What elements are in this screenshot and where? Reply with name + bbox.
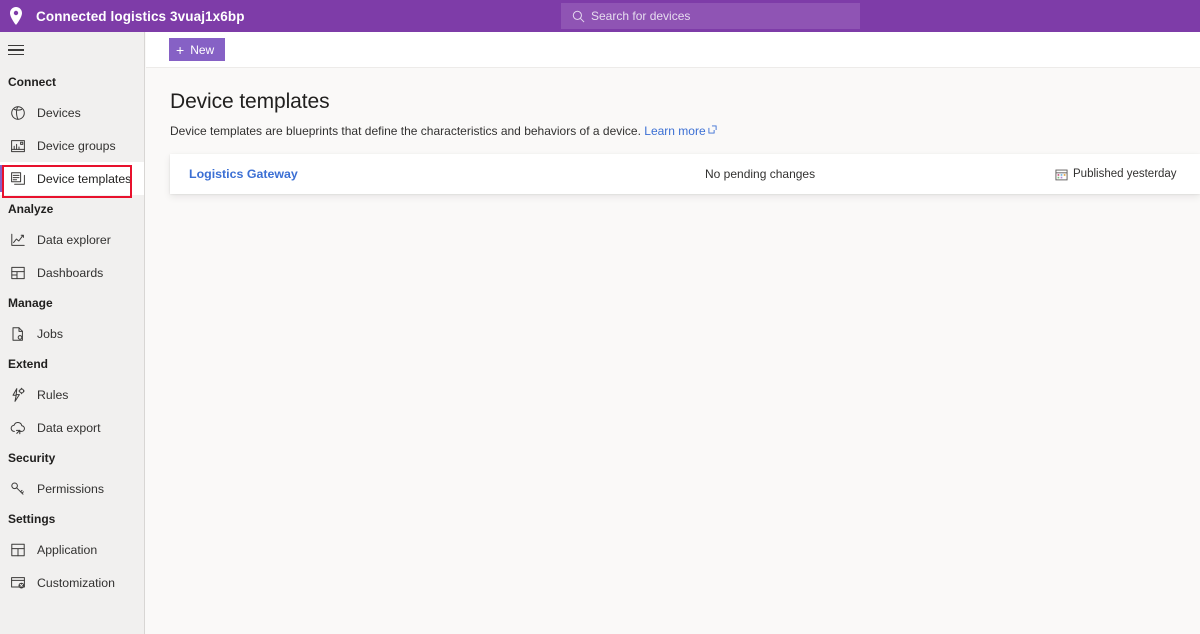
sidebar-group-title: Connect [0, 68, 144, 96]
page-body: Device templates Device templates are bl… [146, 68, 1200, 194]
device-template-list: Logistics Gateway No pending changes Publi… [170, 154, 1176, 194]
devices-icon [8, 103, 28, 123]
customization-icon [8, 573, 28, 593]
dashboards-icon [8, 263, 28, 283]
app-title: Connected logistics 3vuaj1x6bp [36, 9, 245, 24]
search-icon [569, 7, 587, 25]
learn-more-label: Learn more [644, 124, 705, 138]
command-bar: + New [146, 32, 1200, 68]
new-button-label: New [190, 43, 214, 57]
permissions-key-icon [8, 479, 28, 499]
sidebar-item-label: Data explorer [37, 233, 111, 247]
sidebar-item-label: Device groups [37, 139, 116, 153]
calendar-icon [1055, 168, 1068, 181]
search-placeholder-text: Search for devices [591, 9, 690, 23]
device-templates-icon [8, 169, 28, 189]
published-status: Published yesterday [1055, 168, 1177, 181]
sidebar-item-label: Rules [37, 388, 68, 402]
sidebar-item-label: Jobs [37, 327, 63, 341]
sidebar-item-permissions[interactable]: Permissions [0, 472, 144, 505]
jobs-icon [8, 324, 28, 344]
sidebar-item-application[interactable]: Application [0, 533, 144, 566]
pending-changes-status: No pending changes [705, 167, 815, 181]
sidebar-item-device-groups[interactable]: Device groups [0, 129, 144, 162]
sidebar-item-customization[interactable]: Customization [0, 566, 144, 599]
sidebar-item-rules[interactable]: Rules [0, 378, 144, 411]
data-explorer-icon [8, 230, 28, 250]
sidebar-item-label: Customization [37, 576, 115, 590]
sidebar-group-title: Extend [0, 350, 144, 378]
sidebar-group-title: Manage [0, 289, 144, 317]
search-input[interactable]: Search for devices [561, 3, 860, 29]
new-button[interactable]: + New [169, 38, 225, 61]
plus-icon: + [176, 43, 184, 57]
sidebar-item-label: Dashboards [37, 266, 103, 280]
sidebar-item-dashboards[interactable]: Dashboards [0, 256, 144, 289]
table-row[interactable]: Logistics Gateway No pending changes Publi… [170, 154, 1200, 194]
page-subtitle: Device templates are blueprints that def… [170, 123, 1176, 138]
app-header: Connected logistics 3vuaj1x6bp Search fo… [0, 0, 1200, 32]
device-groups-icon [8, 136, 28, 156]
page-subtitle-text: Device templates are blueprints that def… [170, 124, 641, 138]
page-title: Device templates [170, 90, 1176, 114]
sidebar: Connect Devices Device groups Device templa… [0, 32, 145, 634]
external-link-icon [708, 123, 717, 137]
device-template-name-link[interactable]: Logistics Gateway [189, 167, 298, 181]
hamburger-menu-icon[interactable] [0, 32, 145, 68]
sidebar-item-device-templates[interactable]: Device templates [0, 162, 144, 195]
sidebar-item-devices[interactable]: Devices [0, 96, 144, 129]
location-pin-icon [0, 0, 32, 32]
learn-more-link[interactable]: Learn more [644, 124, 705, 138]
sidebar-item-label: Data export [37, 421, 101, 435]
sidebar-item-label: Device templates [37, 172, 131, 186]
data-export-icon [8, 418, 28, 438]
main-content: + New Device templates Device templates … [146, 32, 1200, 634]
sidebar-item-jobs[interactable]: Jobs [0, 317, 144, 350]
application-icon [8, 540, 28, 560]
sidebar-item-data-explorer[interactable]: Data explorer [0, 223, 144, 256]
sidebar-item-label: Application [37, 543, 97, 557]
sidebar-group-title: Settings [0, 505, 144, 533]
rules-icon [8, 385, 28, 405]
sidebar-item-label: Devices [37, 106, 81, 120]
sidebar-group-title: Security [0, 444, 144, 472]
sidebar-group-title: Analyze [0, 195, 144, 223]
sidebar-item-data-export[interactable]: Data export [0, 411, 144, 444]
published-label: Published yesterday [1073, 168, 1177, 180]
sidebar-item-label: Permissions [37, 482, 104, 496]
